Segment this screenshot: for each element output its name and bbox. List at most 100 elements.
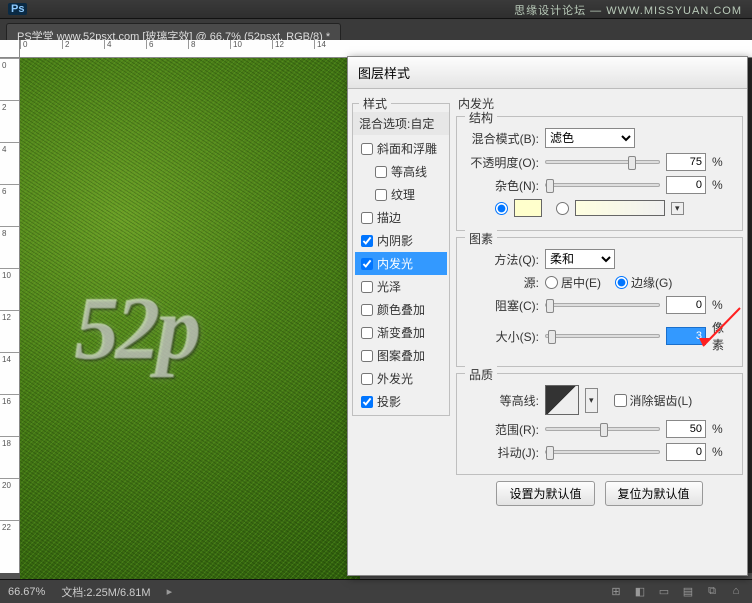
style-item-光泽[interactable]: 光泽	[355, 275, 447, 298]
antialias-checkbox[interactable]: 消除锯齿(L)	[614, 392, 693, 409]
noise-input[interactable]	[666, 176, 706, 194]
style-checkbox[interactable]	[361, 327, 373, 339]
style-label: 等高线	[391, 163, 427, 180]
gradient-radio[interactable]	[556, 202, 569, 215]
choke-slider[interactable]	[545, 303, 660, 307]
range-label: 范围(R):	[465, 421, 539, 438]
size-label: 大小(S):	[465, 328, 539, 345]
style-checkbox[interactable]	[361, 396, 373, 408]
style-label: 描边	[377, 209, 401, 226]
group-structure: 结构 混合模式(B): 滤色 不透明度(O): % 杂色(N): %	[456, 116, 743, 231]
watermark-text: 思缘设计论坛 — WWW.MISSYUAN.COM	[514, 2, 742, 18]
contour-picker[interactable]	[545, 385, 579, 415]
style-label: 斜面和浮雕	[377, 140, 437, 157]
size-input[interactable]	[666, 327, 706, 345]
jitter-label: 抖动(J):	[465, 444, 539, 461]
noise-label: 杂色(N):	[465, 177, 539, 194]
style-label: 投影	[377, 393, 401, 410]
statusbar-icon[interactable]: ⊞	[608, 585, 624, 598]
statusbar-icon[interactable]: ⧉	[704, 585, 720, 598]
style-checkbox[interactable]	[361, 258, 373, 270]
group-elements: 图素 方法(Q): 柔和 源: 居中(E) 边缘(G) 阻塞(C): %	[456, 237, 743, 367]
source-edge-radio[interactable]: 边缘(G)	[615, 274, 672, 291]
technique-label: 方法(Q):	[465, 251, 539, 268]
blend-options-row[interactable]: 混合选项:自定	[353, 112, 449, 135]
percent-unit: %	[712, 422, 734, 436]
group-label-elements: 图素	[465, 230, 497, 247]
percent-unit: %	[712, 178, 734, 192]
style-checkbox[interactable]	[361, 373, 373, 385]
style-item-内发光[interactable]: 内发光	[355, 252, 447, 275]
style-checkbox[interactable]	[361, 281, 373, 293]
layer-style-dialog: 图层样式 样式 混合选项:自定 斜面和浮雕等高线纹理描边内阴影内发光光泽颜色叠加…	[347, 56, 748, 576]
opacity-label: 不透明度(O):	[465, 154, 539, 171]
style-label: 外发光	[377, 370, 413, 387]
style-checkbox[interactable]	[361, 235, 373, 247]
style-checkbox[interactable]	[375, 166, 387, 178]
app-icon: Ps	[8, 3, 27, 15]
opacity-input[interactable]	[666, 153, 706, 171]
group-quality: 品质 等高线: ▾ 消除锯齿(L) 范围(R): % 抖动(J):	[456, 373, 743, 475]
doc-info: 文档:2.25M/6.81M	[61, 584, 150, 600]
blend-mode-select[interactable]: 滤色	[545, 128, 635, 148]
opacity-slider[interactable]	[545, 160, 660, 164]
style-item-外发光[interactable]: 外发光	[355, 367, 447, 390]
style-item-描边[interactable]: 描边	[355, 206, 447, 229]
style-label: 纹理	[391, 186, 415, 203]
pixel-unit: 像素	[712, 319, 734, 353]
zoom-level[interactable]: 66.67%	[8, 586, 45, 598]
style-item-斜面和浮雕[interactable]: 斜面和浮雕	[355, 137, 447, 160]
percent-unit: %	[712, 155, 734, 169]
range-input[interactable]	[666, 420, 706, 438]
dropdown-icon[interactable]: ▾	[585, 388, 598, 413]
color-swatch[interactable]	[514, 199, 542, 217]
style-item-等高线[interactable]: 等高线	[355, 160, 447, 183]
blend-options-label: 混合选项:自定	[359, 115, 434, 132]
group-label-structure: 结构	[465, 109, 497, 126]
canvas-image: 52p	[20, 58, 360, 598]
source-center-radio[interactable]: 居中(E)	[545, 274, 601, 291]
percent-unit: %	[712, 298, 734, 312]
styles-legend: 样式	[359, 95, 391, 112]
statusbar-icon[interactable]: ⌂	[728, 585, 744, 598]
noise-slider[interactable]	[545, 183, 660, 187]
app-menubar: Ps 思缘设计论坛 — WWW.MISSYUAN.COM	[0, 0, 752, 19]
ruler-vertical: 0246810121416182022	[0, 58, 20, 573]
blend-mode-label: 混合模式(B):	[465, 130, 539, 147]
statusbar-icon[interactable]: ▤	[680, 585, 696, 598]
dropdown-icon[interactable]: ▾	[671, 202, 684, 215]
make-default-button[interactable]: 设置为默认值	[496, 481, 594, 506]
style-checkbox[interactable]	[375, 189, 387, 201]
statusbar-icon[interactable]: ◧	[632, 585, 648, 598]
technique-select[interactable]: 柔和	[545, 249, 615, 269]
contour-label: 等高线:	[465, 392, 539, 409]
percent-unit: %	[712, 445, 734, 459]
choke-input[interactable]	[666, 296, 706, 314]
style-item-图案叠加[interactable]: 图案叠加	[355, 344, 447, 367]
group-label-quality: 品质	[465, 366, 497, 383]
size-slider[interactable]	[545, 334, 660, 338]
style-label: 图案叠加	[377, 347, 425, 364]
statusbar: 66.67% 文档:2.25M/6.81M ▸ ⊞ ◧ ▭ ▤ ⧉ ⌂	[0, 579, 752, 603]
statusbar-icon[interactable]: ▭	[656, 585, 672, 598]
gradient-swatch[interactable]	[575, 200, 665, 216]
style-checkbox[interactable]	[361, 212, 373, 224]
style-item-内阴影[interactable]: 内阴影	[355, 229, 447, 252]
source-label: 源:	[465, 274, 539, 291]
jitter-input[interactable]	[666, 443, 706, 461]
reset-default-button[interactable]: 复位为默认值	[605, 481, 703, 506]
style-item-渐变叠加[interactable]: 渐变叠加	[355, 321, 447, 344]
style-item-投影[interactable]: 投影	[355, 390, 447, 413]
color-radio[interactable]	[495, 202, 508, 215]
style-checkbox[interactable]	[361, 143, 373, 155]
canvas-glass-text: 52p	[75, 278, 198, 381]
style-checkbox[interactable]	[361, 350, 373, 362]
jitter-slider[interactable]	[545, 450, 660, 454]
ruler-corner	[0, 40, 20, 58]
style-item-颜色叠加[interactable]: 颜色叠加	[355, 298, 447, 321]
range-slider[interactable]	[545, 427, 660, 431]
style-checkbox[interactable]	[361, 304, 373, 316]
style-item-纹理[interactable]: 纹理	[355, 183, 447, 206]
style-label: 内阴影	[377, 232, 413, 249]
panel-heading: 内发光	[458, 95, 743, 112]
